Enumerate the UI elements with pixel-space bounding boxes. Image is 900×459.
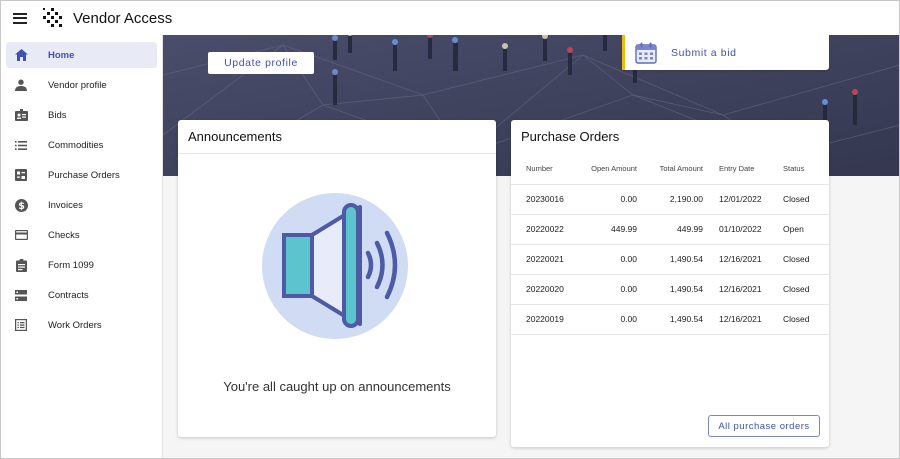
badge-icon (14, 108, 28, 122)
clipboard-icon (14, 258, 28, 272)
po-total-amount: 449.99 (637, 214, 703, 245)
announcements-card: Announcements You're all caught up on an… (178, 120, 496, 437)
sidebar-item-label: Work Orders (48, 319, 102, 331)
home-icon (14, 48, 28, 62)
sidebar-item-label: Form 1099 (48, 259, 94, 271)
column-header-total-amount[interactable]: Total Amount (637, 154, 703, 185)
table-row[interactable]: 20220022 449.99 449.99 01/10/2022 Open (511, 214, 829, 245)
storage-icon (14, 288, 28, 302)
sidebar-item-work-orders[interactable]: Work Orders (6, 312, 157, 338)
po-number: 20220019 (511, 304, 581, 335)
table-row[interactable]: 20220020 0.00 1,490.54 12/16/2021 Closed (511, 274, 829, 305)
update-profile-button[interactable]: Update profile (208, 52, 314, 74)
po-total-amount: 1,490.54 (637, 304, 703, 335)
sidebar-item-label: Home (48, 49, 75, 61)
table-row[interactable]: 20220021 0.00 1,490.54 12/16/2021 Closed (511, 244, 829, 275)
po-number: 20220021 (511, 244, 581, 275)
sidebar-item-bids[interactable]: Bids (6, 102, 157, 128)
sidebar-item-invoices[interactable]: $ Invoices (6, 192, 157, 218)
app-logo (43, 8, 62, 27)
po-entry-date: 01/10/2022 (703, 214, 769, 245)
po-total-amount: 2,190.00 (637, 184, 703, 215)
sidebar-item-label: Contracts (48, 289, 89, 301)
megaphone-icon (262, 193, 408, 339)
purchase-orders-table: Number Open Amount Total Amount Entry Da… (511, 154, 829, 335)
sidebar-item-contracts[interactable]: Contracts (6, 282, 157, 308)
announcements-title: Announcements (178, 120, 496, 154)
list-icon (14, 138, 28, 152)
dollar-icon: $ (14, 198, 28, 212)
person-icon (14, 78, 28, 92)
svg-text:$: $ (18, 201, 25, 212)
column-header-entry-date[interactable]: Entry Date (703, 154, 769, 185)
sidebar-item-label: Vendor profile (48, 79, 107, 91)
table-row[interactable]: 20220019 0.00 1,490.54 12/16/2021 Closed (511, 304, 829, 335)
sidebar-item-label: Bids (48, 109, 67, 121)
sidebar-item-checks[interactable]: Checks (6, 222, 157, 248)
po-number: 20220022 (511, 214, 581, 245)
po-status: Open (769, 214, 829, 245)
po-number: 20230016 (511, 184, 581, 215)
app-window: Vendor Access Home Vendor profile Bids C… (0, 0, 900, 459)
sidebar-item-label: Invoices (48, 199, 83, 211)
po-entry-date: 12/16/2021 (703, 244, 769, 275)
po-status: Closed (769, 304, 829, 335)
hamburger-menu-icon[interactable] (13, 12, 27, 24)
po-status: Closed (769, 184, 829, 215)
sidebar-item-purchase-orders[interactable]: Purchase Orders (6, 162, 157, 188)
sidebar-nav: Home Vendor profile Bids Commodities Pur… (1, 35, 163, 458)
submit-bid-card[interactable]: Submit a bid (622, 35, 829, 70)
sidebar-item-form-1099[interactable]: Form 1099 (6, 252, 157, 278)
sidebar-item-commodities[interactable]: Commodities (6, 132, 157, 158)
po-open-amount: 0.00 (581, 244, 637, 275)
table-row[interactable]: 20230016 0.00 2,190.00 12/01/2022 Closed (511, 184, 829, 215)
app-title: Vendor Access (73, 9, 173, 27)
po-open-amount: 0.00 (581, 274, 637, 305)
sidebar-item-home[interactable]: Home (6, 42, 157, 68)
po-open-amount: 449.99 (581, 214, 637, 245)
purchase-orders-title: Purchase Orders (521, 129, 620, 144)
po-total-amount: 1,490.54 (637, 244, 703, 275)
calendar-icon (635, 42, 657, 64)
sidebar-item-vendor-profile[interactable]: Vendor profile (6, 72, 157, 98)
column-header-number[interactable]: Number (511, 154, 581, 185)
po-status: Closed (769, 244, 829, 275)
credit-card-icon (14, 228, 28, 242)
announcements-empty-message: You're all caught up on announcements (223, 379, 451, 394)
po-entry-date: 12/01/2022 (703, 184, 769, 215)
po-number: 20220020 (511, 274, 581, 305)
table-header-row: Number Open Amount Total Amount Entry Da… (511, 154, 829, 185)
column-header-status[interactable]: Status (769, 154, 829, 185)
sidebar-item-label: Checks (48, 229, 80, 241)
purchase-orders-card: Purchase Orders Number Open Amount Total… (511, 120, 829, 447)
po-entry-date: 12/16/2021 (703, 304, 769, 335)
column-header-open-amount[interactable]: Open Amount (581, 154, 637, 185)
sidebar-item-label: Purchase Orders (48, 169, 120, 181)
submit-bid-label: Submit a bid (671, 46, 737, 59)
sidebar-item-label: Commodities (48, 139, 104, 151)
receipt-icon (14, 168, 28, 182)
po-entry-date: 12/16/2021 (703, 274, 769, 305)
po-total-amount: 1,490.54 (637, 274, 703, 305)
list-alt-icon (14, 318, 28, 332)
top-app-bar: Vendor Access (1, 1, 899, 35)
po-open-amount: 0.00 (581, 184, 637, 215)
po-status: Closed (769, 274, 829, 305)
all-purchase-orders-button[interactable]: All purchase orders (708, 415, 820, 437)
po-open-amount: 0.00 (581, 304, 637, 335)
